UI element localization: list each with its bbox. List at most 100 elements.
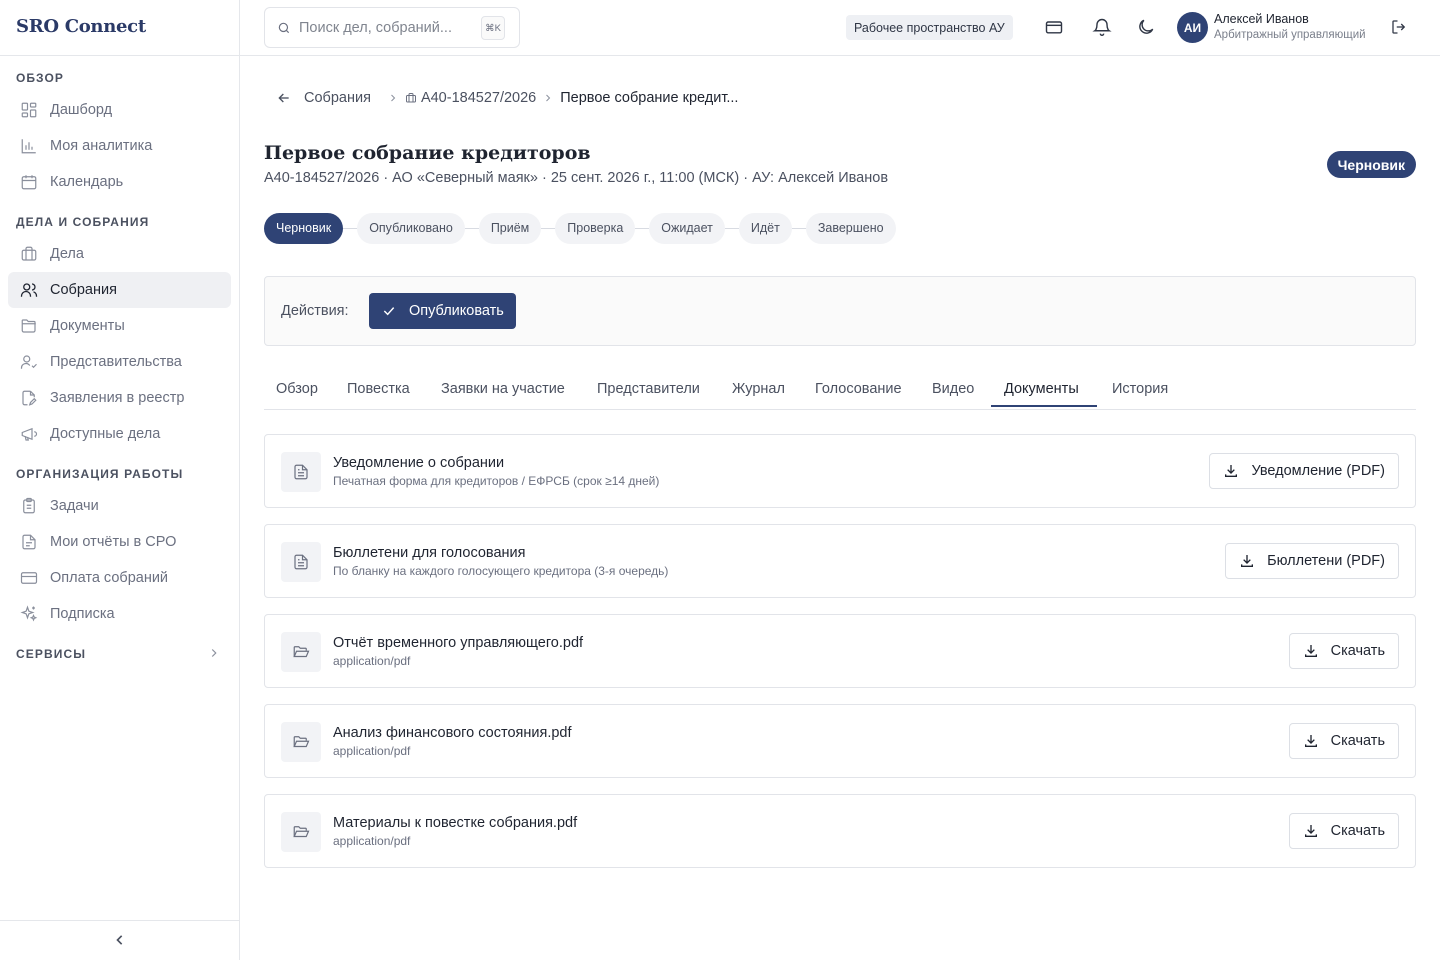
sidebar-item-label: Собрания bbox=[50, 282, 117, 298]
tab-documents[interactable]: Документы bbox=[1004, 370, 1079, 408]
search-icon bbox=[277, 21, 291, 35]
download-icon bbox=[1223, 463, 1239, 479]
divider bbox=[0, 920, 240, 921]
credit-card-icon[interactable] bbox=[1044, 17, 1064, 37]
breadcrumb-meetings-link[interactable]: Собрания bbox=[304, 90, 371, 106]
user-role: Арбитражный управляющий bbox=[1214, 29, 1366, 41]
sidebar-item-dashboard[interactable]: Дашборд bbox=[8, 92, 231, 128]
download-button[interactable]: Скачать bbox=[1288, 723, 1399, 759]
tab-journal[interactable]: Журнал bbox=[732, 370, 785, 408]
bell-icon[interactable] bbox=[1092, 17, 1112, 37]
sidebar-item-label: Календарь bbox=[50, 174, 124, 190]
sidebar-item-cases[interactable]: Дела bbox=[8, 236, 231, 272]
chevron-right-icon bbox=[542, 92, 554, 104]
sidebar-item-documents[interactable]: Документы bbox=[8, 308, 231, 344]
analytics-icon bbox=[20, 137, 38, 155]
active-tab-indicator bbox=[991, 405, 1097, 407]
tabs-bar: Обзор Повестка Заявки на участие Предста… bbox=[264, 370, 1416, 410]
sidebar-item-label: Документы bbox=[50, 318, 125, 334]
tab-representatives[interactable]: Представители bbox=[597, 370, 700, 408]
download-icon bbox=[1303, 733, 1319, 749]
sidebar-item-representations[interactable]: Представительства bbox=[8, 344, 231, 380]
sidebar-item-label: Моя аналитика bbox=[50, 138, 153, 154]
download-icon bbox=[1303, 823, 1319, 839]
sidebar-item-calendar[interactable]: Календарь bbox=[8, 164, 231, 200]
tab-agenda[interactable]: Повестка bbox=[347, 370, 410, 408]
search-input[interactable] bbox=[299, 19, 479, 36]
download-button[interactable]: Скачать bbox=[1288, 633, 1399, 669]
tab-voting[interactable]: Голосование bbox=[815, 370, 902, 408]
briefcase-icon bbox=[20, 245, 38, 263]
folder-open-icon bbox=[281, 812, 321, 852]
step-connector bbox=[343, 227, 358, 229]
step-completed: Завершено bbox=[805, 212, 896, 244]
tab-participation-requests[interactable]: Заявки на участие bbox=[441, 370, 565, 408]
document-card: Материалы к повестке собрания.pdf applic… bbox=[264, 794, 1416, 868]
sidebar: SRO Connect ОБЗОР Дашборд Моя аналитика … bbox=[0, 0, 240, 960]
user-check-icon bbox=[20, 353, 38, 371]
sidebar-item-registry-applications[interactable]: Заявления в реестр bbox=[8, 380, 231, 416]
clipboard-icon bbox=[20, 497, 38, 515]
document-subtitle: application/pdf bbox=[333, 834, 411, 848]
document-subtitle: Печатная форма для кредиторов / ЕФРСБ (с… bbox=[333, 474, 660, 488]
publish-button[interactable]: Опубликовать bbox=[369, 293, 516, 329]
download-button[interactable]: Скачать bbox=[1288, 813, 1399, 849]
report-icon bbox=[20, 533, 38, 551]
sidebar-item-available-cases[interactable]: Доступные дела bbox=[8, 416, 231, 452]
workspace-badge[interactable]: Рабочее пространство АУ bbox=[846, 15, 1013, 40]
chevron-right-icon bbox=[387, 92, 399, 104]
sidebar-item-analytics[interactable]: Моя аналитика bbox=[8, 128, 231, 164]
step-review: Проверка bbox=[555, 212, 636, 244]
file-text-icon bbox=[281, 542, 321, 582]
arrow-left-icon[interactable] bbox=[276, 90, 292, 106]
sparkles-icon bbox=[20, 605, 38, 623]
step-waiting: Ожидает bbox=[649, 212, 725, 244]
folder-icon bbox=[20, 317, 38, 335]
tab-video[interactable]: Видео bbox=[932, 370, 974, 408]
moon-icon[interactable] bbox=[1136, 17, 1156, 37]
sidebar-item-label: Подписка bbox=[50, 606, 115, 622]
step-published: Опубликовано bbox=[357, 212, 465, 244]
avatar[interactable]: АИ bbox=[1177, 12, 1208, 43]
sidebar-item-meeting-payments[interactable]: Оплата собраний bbox=[8, 560, 231, 596]
tab-history[interactable]: История bbox=[1112, 370, 1168, 408]
brand-logo[interactable]: SRO Connect bbox=[16, 16, 146, 37]
check-icon bbox=[381, 303, 397, 319]
megaphone-icon bbox=[20, 425, 38, 443]
sidebar-item-tasks[interactable]: Задачи bbox=[8, 488, 231, 524]
section-title-cases: ДЕЛА И СОБРАНИЯ bbox=[16, 215, 150, 229]
step-reception: Приём bbox=[478, 212, 542, 244]
step-connector bbox=[541, 227, 556, 229]
sidebar-item-meetings[interactable]: Собрания bbox=[8, 272, 231, 308]
user-name: Алексей Иванов bbox=[1214, 12, 1309, 26]
tab-overview[interactable]: Обзор bbox=[276, 370, 318, 408]
document-card: Отчёт временного управляющего.pdf applic… bbox=[264, 614, 1416, 688]
step-draft: Черновик bbox=[264, 212, 344, 244]
step-connector bbox=[464, 227, 479, 229]
download-icon bbox=[1303, 643, 1319, 659]
top-header: ⌘K Рабочее пространство АУ АИ Алексей Ив… bbox=[240, 0, 1440, 56]
search-shortcut-hint: ⌘K bbox=[481, 16, 505, 40]
briefcase-icon bbox=[405, 92, 417, 104]
publish-button-label: Опубликовать bbox=[409, 303, 504, 319]
sidebar-item-sro-reports[interactable]: Мои отчёты в СРО bbox=[8, 524, 231, 560]
breadcrumb-case-link[interactable]: А40-184527/2026 bbox=[421, 90, 536, 106]
file-edit-icon bbox=[20, 389, 38, 407]
collapse-sidebar-button[interactable] bbox=[110, 930, 130, 950]
download-button-label: Уведомление (PDF) bbox=[1251, 463, 1385, 479]
section-title-services[interactable]: СЕРВИСЫ bbox=[16, 647, 86, 661]
document-card: Анализ финансового состояния.pdf applica… bbox=[264, 704, 1416, 778]
download-notice-pdf-button[interactable]: Уведомление (PDF) bbox=[1209, 453, 1399, 489]
download-ballots-pdf-button[interactable]: Бюллетени (PDF) bbox=[1225, 543, 1399, 579]
logout-icon[interactable] bbox=[1390, 18, 1410, 38]
document-title: Бюллетени для голосования bbox=[333, 545, 526, 561]
step-connector bbox=[724, 227, 739, 229]
sidebar-item-label: Оплата собраний bbox=[50, 570, 169, 586]
sidebar-item-label: Задачи bbox=[50, 498, 99, 514]
divider bbox=[0, 55, 240, 56]
sidebar-item-subscription[interactable]: Подписка bbox=[8, 596, 231, 632]
section-title-overview: ОБЗОР bbox=[16, 71, 64, 85]
sidebar-item-label: Мои отчёты в СРО bbox=[50, 534, 177, 550]
chevron-right-icon[interactable] bbox=[207, 646, 221, 660]
search-box[interactable]: ⌘K bbox=[264, 7, 520, 48]
